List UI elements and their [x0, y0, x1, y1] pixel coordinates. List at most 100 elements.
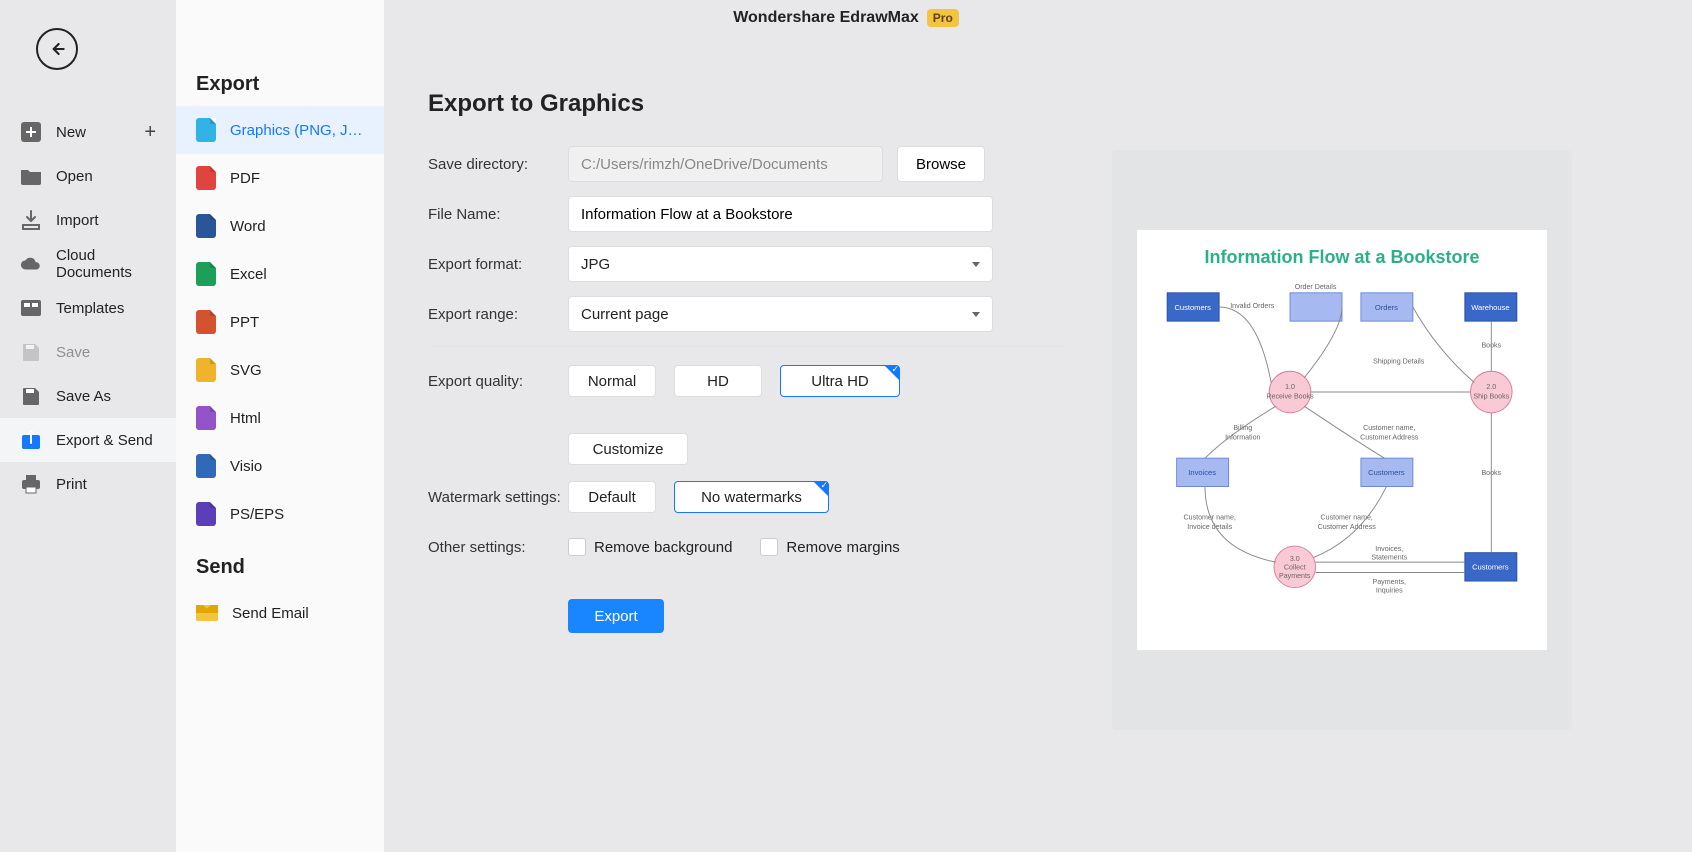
export-settings: Export to Graphics Save directory: Brows… [428, 90, 1068, 633]
nav-open[interactable]: Open [0, 154, 176, 198]
select-value: JPG [581, 256, 610, 273]
file-name-label: File Name: [428, 206, 568, 223]
save-directory-label: Save directory: [428, 156, 568, 173]
checkbox-icon [760, 538, 778, 556]
file-icon [196, 310, 216, 334]
remove-margins-checkbox[interactable]: Remove margins [760, 538, 899, 556]
quality-ultra-hd[interactable]: Ultra HD [780, 365, 900, 397]
svg-text:Statements: Statements [1371, 554, 1407, 562]
format-label: Graphics (PNG, JPG et... [230, 122, 364, 139]
svg-text:Customers: Customers [1472, 563, 1509, 572]
nav-label: Save [56, 344, 90, 361]
export-format-pdf[interactable]: PDF [176, 154, 384, 202]
preview-panel: Information Flow at a Bookstore Customer… [1112, 150, 1572, 730]
nav-label: Print [56, 476, 87, 493]
nav-label: Templates [56, 300, 124, 317]
import-icon [20, 209, 42, 231]
send-heading: Send [176, 538, 384, 589]
nav-export-send[interactable]: Export & Send [0, 418, 176, 462]
browse-button[interactable]: Browse [897, 146, 985, 182]
export-format-ps-eps[interactable]: PS/EPS [176, 490, 384, 538]
export-quality-label: Export quality: [428, 365, 568, 390]
file-icon [196, 262, 216, 286]
export-format-excel[interactable]: Excel [176, 250, 384, 298]
quality-hd[interactable]: HD [674, 365, 762, 397]
nav-cloud-documents[interactable]: Cloud Documents [0, 242, 176, 286]
export-format-ppt[interactable]: PPT [176, 298, 384, 346]
send-label: Send Email [232, 605, 309, 622]
page-title: Export to Graphics [428, 90, 1068, 118]
file-icon [196, 358, 216, 382]
save-as-icon [20, 385, 42, 407]
svg-text:3.0: 3.0 [1290, 556, 1300, 564]
divider [428, 346, 1068, 347]
svg-text:Customers: Customers [1174, 303, 1211, 312]
remove-background-checkbox[interactable]: Remove background [568, 538, 732, 556]
format-label: Html [230, 410, 261, 427]
plus-square-icon [20, 121, 42, 143]
svg-text:Shipping Details: Shipping Details [1373, 358, 1425, 366]
export-format-select[interactable]: JPG [568, 246, 993, 282]
nav-print[interactable]: Print [0, 462, 176, 506]
file-menu-nav: New + Open Import Cloud Documents Templa… [0, 110, 176, 506]
chevron-down-icon [972, 312, 980, 317]
svg-text:Invoices,: Invoices, [1375, 545, 1403, 553]
save-directory-input [568, 146, 883, 182]
export-format-word[interactable]: Word [176, 202, 384, 250]
watermark-none[interactable]: No watermarks [674, 481, 829, 513]
save-icon [20, 341, 42, 363]
nav-new[interactable]: New + [0, 110, 176, 154]
nav-label: Save As [56, 388, 111, 405]
nav-label: Cloud Documents [56, 247, 156, 281]
checkbox-label: Remove margins [786, 539, 899, 556]
send-email[interactable]: Send Email [176, 589, 384, 637]
svg-text:Invoice details: Invoice details [1187, 523, 1232, 531]
select-value: Current page [581, 306, 669, 323]
svg-text:Receive Books: Receive Books [1266, 393, 1314, 401]
export-format-svg[interactable]: SVG [176, 346, 384, 394]
other-settings-label: Other settings: [428, 539, 568, 556]
file-icon [196, 502, 216, 526]
format-label: SVG [230, 362, 262, 379]
file-icon [196, 118, 216, 142]
quality-customize[interactable]: Customize [568, 433, 688, 465]
add-icon[interactable]: + [144, 121, 156, 144]
checkbox-label: Remove background [594, 539, 732, 556]
format-label: Visio [230, 458, 262, 475]
quality-normal[interactable]: Normal [568, 365, 656, 397]
export-format-visio[interactable]: Visio [176, 442, 384, 490]
app-name: Wondershare EdrawMax [733, 9, 919, 27]
email-icon [196, 605, 218, 621]
file-name-input[interactable] [568, 196, 993, 232]
svg-text:Payments: Payments [1279, 573, 1311, 581]
nav-templates[interactable]: Templates [0, 286, 176, 330]
file-icon [196, 214, 216, 238]
nav-save-as[interactable]: Save As [0, 374, 176, 418]
preview-diagram: Customers Order Details Orders Warehouse… [1153, 269, 1531, 619]
preview-title: Information Flow at a Bookstore [1153, 246, 1531, 269]
svg-text:Customer Address: Customer Address [1318, 523, 1377, 531]
svg-text:Customers: Customers [1368, 469, 1405, 478]
export-range-label: Export range: [428, 306, 568, 323]
svg-text:2.0: 2.0 [1486, 384, 1496, 392]
checkbox-icon [568, 538, 586, 556]
format-label: Excel [230, 266, 267, 283]
chevron-down-icon [972, 262, 980, 267]
export-button[interactable]: Export [568, 599, 664, 633]
export-range-select[interactable]: Current page [568, 296, 993, 332]
export-format-html[interactable]: Html [176, 394, 384, 442]
svg-text:Collect: Collect [1284, 564, 1306, 572]
svg-text:Information: Information [1225, 434, 1260, 442]
nav-save: Save [0, 330, 176, 374]
nav-import[interactable]: Import [0, 198, 176, 242]
watermark-default[interactable]: Default [568, 481, 656, 513]
svg-text:Invalid Orders: Invalid Orders [1230, 302, 1275, 310]
export-format-graphics-png-jpg-et-[interactable]: Graphics (PNG, JPG et... [176, 106, 384, 154]
svg-text:1.0: 1.0 [1285, 384, 1295, 392]
export-heading: Export [176, 55, 384, 106]
folder-icon [20, 165, 42, 187]
back-button[interactable] [36, 28, 78, 70]
svg-text:Customer Address: Customer Address [1360, 434, 1419, 442]
svg-text:Order Details: Order Details [1295, 283, 1337, 291]
pro-badge: Pro [927, 9, 959, 27]
